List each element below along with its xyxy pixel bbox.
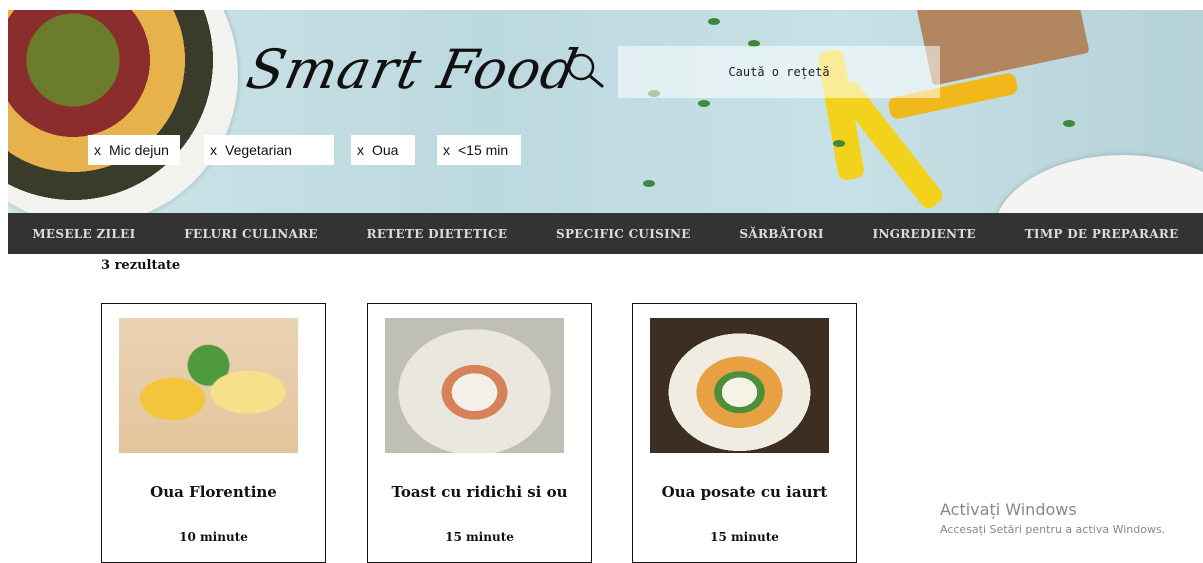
recipe-time: 10 minute — [179, 530, 248, 544]
remove-filter-button[interactable]: x — [210, 142, 217, 158]
recipe-card[interactable]: Oua posate cu iaurt 15 minute — [632, 303, 857, 563]
recipe-title[interactable]: Toast cu ridichi si ou — [368, 483, 591, 501]
nav-item-mesele-zilei[interactable]: MESELE ZILEI — [32, 227, 135, 241]
filter-chip-time: x <15 min — [437, 135, 521, 165]
watermark-subtitle: Accesați Setări pentru a activa Windows. — [940, 523, 1166, 536]
filter-chip-label: <15 min — [458, 142, 509, 158]
recipe-title[interactable]: Oua Florentine — [102, 483, 325, 501]
remove-filter-button[interactable]: x — [443, 142, 450, 158]
results-count: 3 rezultate — [101, 258, 181, 273]
herb-leaf — [833, 140, 845, 147]
salad-plate-image — [8, 10, 238, 213]
recipe-image[interactable] — [119, 318, 298, 453]
herb-leaf — [1063, 120, 1075, 127]
nav-item-specific-cuisine[interactable]: SPECIFIC CUISINE — [556, 227, 691, 241]
nav-item-ingrediente[interactable]: INGREDIENTE — [873, 227, 976, 241]
recipe-card[interactable]: Toast cu ridichi si ou 15 minute — [367, 303, 592, 563]
remove-filter-button[interactable]: x — [357, 142, 364, 158]
recipe-time: 15 minute — [445, 530, 514, 544]
header-banner: Smart Food x Mic dejun x Vegetarian x Ou… — [8, 10, 1203, 213]
filter-chip-label: Oua — [372, 142, 399, 158]
recipe-image[interactable] — [650, 318, 829, 453]
recipe-image[interactable] — [385, 318, 564, 453]
nav-item-timp-de-preparare[interactable]: TIMP DE PREPARARE — [1025, 227, 1179, 241]
filter-chip-label: Vegetarian — [225, 142, 292, 158]
recipe-title[interactable]: Oua posate cu iaurt — [633, 483, 856, 501]
recipe-time: 15 minute — [710, 530, 779, 544]
site-logo[interactable]: Smart Food — [241, 38, 584, 101]
filter-chip-mic-dejun: x Mic dejun — [88, 135, 180, 165]
search-icon[interactable] — [566, 52, 606, 92]
herb-leaf — [698, 100, 710, 107]
herb-leaf — [643, 180, 655, 187]
bowl-image — [993, 155, 1203, 213]
windows-activation-watermark: Activați Windows Accesați Setări pentru … — [940, 500, 1165, 536]
recipe-card[interactable]: Oua Florentine 10 minute — [101, 303, 326, 563]
herb-leaf — [708, 18, 720, 25]
main-nav: MESELE ZILEI FELURI CULINARE RETETE DIET… — [8, 213, 1203, 254]
nav-item-retete-dietetice[interactable]: RETETE DIETETICE — [367, 227, 508, 241]
watermark-title: Activați Windows — [940, 500, 1077, 519]
nav-item-feluri-culinare[interactable]: FELURI CULINARE — [184, 227, 318, 241]
filter-chip-vegetarian: x Vegetarian — [204, 135, 334, 165]
remove-filter-button[interactable]: x — [94, 142, 101, 158]
search-input[interactable] — [618, 46, 940, 98]
filter-chip-oua: x Oua — [351, 135, 415, 165]
filter-chip-label: Mic dejun — [109, 142, 169, 158]
nav-item-sarbatori[interactable]: SĂRBĂTORI — [739, 227, 823, 241]
